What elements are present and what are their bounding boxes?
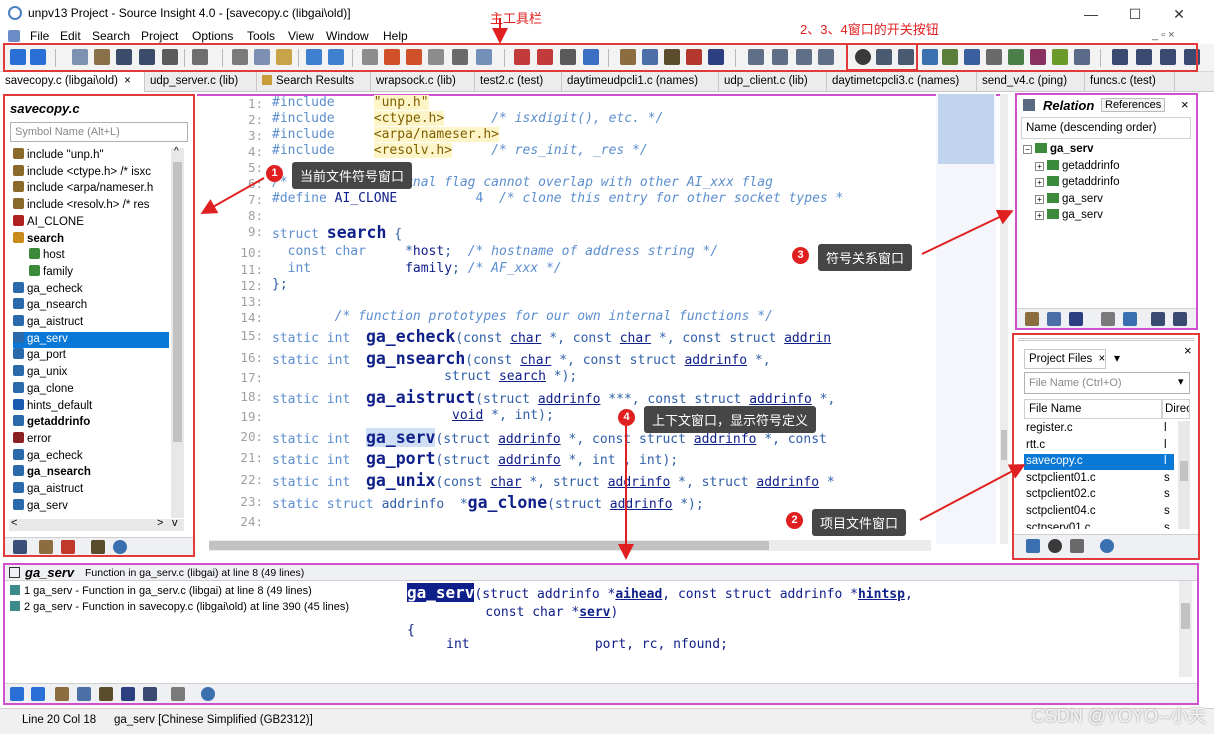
watermark: CSDN @YOYO--小天 <box>1031 706 1206 726</box>
annotation-arrows <box>200 18 1026 560</box>
project-window-arrow <box>919 464 1026 521</box>
relation-window-arrow <box>921 209 1014 255</box>
symbol-window-arrow <box>200 177 265 214</box>
